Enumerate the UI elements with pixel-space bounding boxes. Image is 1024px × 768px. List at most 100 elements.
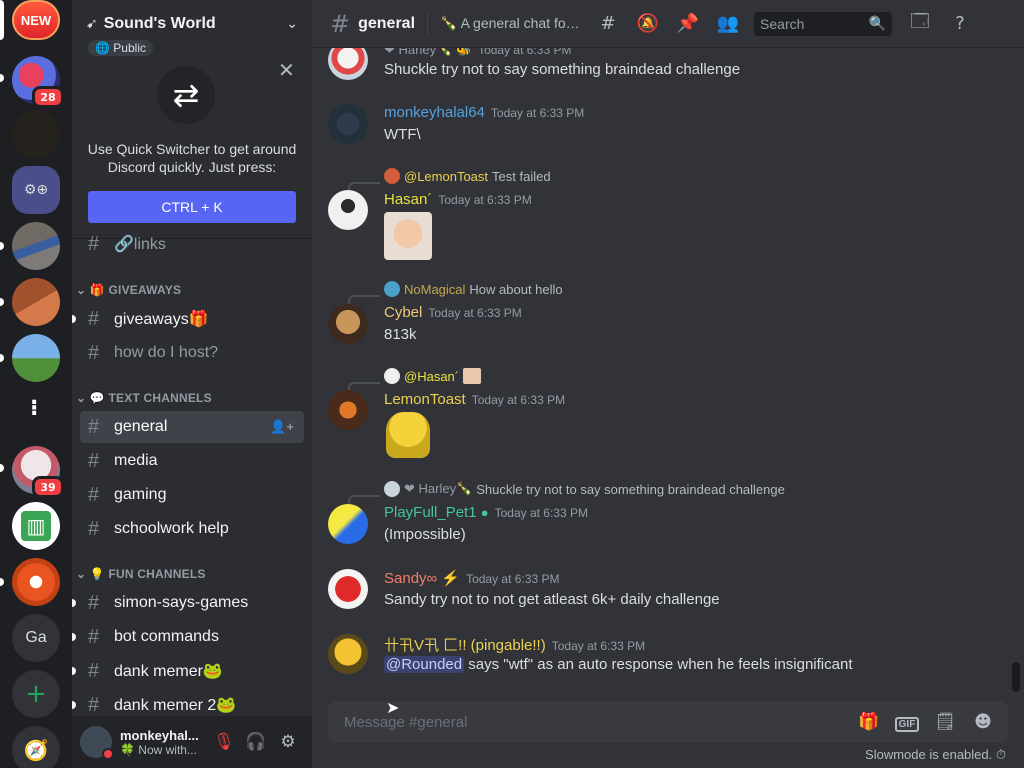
channel-topic[interactable]: 🍾 A general chat for peo... bbox=[440, 15, 580, 32]
search-input[interactable]: Search 🔍 bbox=[754, 11, 893, 36]
message-author[interactable]: 卄卂V卂 匚!! (pingable!!) Today at 6:33 PM bbox=[384, 634, 645, 655]
category-giveaways[interactable]: ⌄ 🎁 GIVEAWAYS bbox=[76, 283, 181, 297]
public-badge: 🌐 Public bbox=[88, 40, 153, 56]
divider bbox=[427, 11, 429, 36]
server-avatar-8[interactable] bbox=[12, 558, 60, 606]
hash-icon: # bbox=[88, 232, 100, 255]
message-input[interactable]: Message #general bbox=[344, 714, 856, 731]
pin-icon[interactable]: 📌 bbox=[676, 13, 700, 34]
avatar[interactable] bbox=[80, 726, 114, 760]
members-icon[interactable]: 👥 bbox=[716, 13, 740, 34]
channel-label: general bbox=[114, 418, 168, 435]
reply-reference[interactable]: NoMagical How about hello bbox=[384, 281, 563, 297]
scrollbar[interactable] bbox=[1012, 662, 1020, 692]
message-author[interactable]: PlayFull_Pet1 ● Today at 6:33 PM bbox=[384, 504, 588, 521]
avatar[interactable] bbox=[328, 304, 368, 344]
avatar[interactable] bbox=[328, 504, 368, 544]
server-avatar-6[interactable]: 39 bbox=[12, 446, 64, 498]
reply-reference[interactable]: ❤ Harley🍾 Shuckle try not to say somethin… bbox=[384, 481, 785, 497]
sticker-icon[interactable]: 🗒 bbox=[932, 712, 958, 732]
sticker-image[interactable] bbox=[386, 412, 430, 458]
server-avatar-2[interactable] bbox=[12, 110, 60, 158]
quick-switcher-button[interactable]: CTRL + K bbox=[88, 191, 296, 223]
avatar[interactable] bbox=[328, 634, 368, 674]
server-unread-indicator bbox=[0, 464, 4, 472]
server-initials[interactable]: Ga bbox=[12, 614, 60, 662]
mute-mic-icon[interactable]: 🎙 bbox=[208, 726, 240, 758]
gear-icon[interactable]: ⚙ bbox=[272, 726, 304, 758]
reply-author: NoMagical bbox=[404, 281, 466, 297]
gif-button[interactable]: GIF bbox=[894, 712, 920, 732]
close-icon[interactable]: ✕ bbox=[278, 58, 295, 82]
add-server-button[interactable]: + bbox=[12, 670, 60, 718]
hash-icon: # bbox=[88, 415, 100, 438]
server-avatar-4[interactable] bbox=[12, 278, 60, 326]
help-icon[interactable]: ? bbox=[948, 13, 972, 34]
user-info[interactable]: monkeyhal... 🍀 Now with... bbox=[120, 728, 208, 757]
message-top-partial: ❤ Harley🍾 🐝 Today at 6:33 PM bbox=[384, 48, 571, 58]
notification-bell-muted-icon[interactable]: 🔕 bbox=[636, 13, 660, 34]
server-new-icon[interactable]: NEW bbox=[12, 0, 60, 40]
message-author[interactable]: LemonToast Today at 6:33 PM bbox=[384, 391, 565, 408]
channel-general[interactable]: # general 👤+ bbox=[80, 411, 304, 443]
hash-icon: # bbox=[88, 693, 100, 716]
server-avatar-3[interactable] bbox=[12, 222, 60, 270]
avatar[interactable] bbox=[328, 48, 368, 80]
category-fun-channels[interactable]: ⌄ 💡 FUN CHANNELS bbox=[76, 567, 206, 581]
channel-dank-memer[interactable]: # dank memer🐸 bbox=[80, 655, 304, 687]
channel-links[interactable]: # 🔗links bbox=[80, 228, 304, 260]
channel-media[interactable]: # media bbox=[80, 445, 304, 477]
avatar[interactable] bbox=[328, 569, 368, 609]
server-folder[interactable]: ⚙⊕ bbox=[12, 166, 60, 214]
channel-how-do-i-host[interactable]: # how do I host? bbox=[80, 337, 304, 369]
server-unread-indicator bbox=[0, 74, 4, 82]
message-author[interactable]: monkeyhalal64 Today at 6:33 PM bbox=[384, 104, 584, 121]
plus-icon: + bbox=[25, 679, 47, 709]
gift-icon: 🎁 bbox=[89, 283, 105, 297]
message-image[interactable] bbox=[384, 212, 432, 260]
server-avatar-5[interactable] bbox=[12, 334, 60, 382]
headphones-icon[interactable]: 🎧 bbox=[240, 726, 272, 758]
channel-label: dank memer🐸 bbox=[114, 663, 223, 680]
channel-simon-says-games[interactable]: # simon-says-games bbox=[80, 587, 304, 619]
threads-icon[interactable]: # bbox=[596, 13, 620, 34]
author-name: ❤ Harley🍾 🐝 bbox=[384, 48, 473, 57]
user-mention[interactable]: @Rounded bbox=[384, 656, 465, 673]
gift-icon[interactable]: 🎁 bbox=[856, 712, 882, 732]
quick-switcher-icon: ⇄ bbox=[157, 66, 215, 124]
timestamp: Today at 6:33 PM bbox=[466, 572, 560, 586]
message-content: 813k bbox=[384, 326, 417, 343]
category-label: FUN CHANNELS bbox=[108, 567, 206, 581]
server-unread-indicator bbox=[0, 578, 4, 586]
channel-label: giveaways🎁 bbox=[114, 311, 209, 328]
emoji-icon[interactable]: ☻ bbox=[970, 712, 996, 732]
channel-giveaways[interactable]: # giveaways🎁 bbox=[80, 303, 304, 335]
message-author[interactable]: Hasan´ Today at 6:33 PM bbox=[384, 191, 532, 208]
avatar[interactable] bbox=[328, 390, 368, 430]
avatar[interactable] bbox=[328, 190, 368, 230]
channel-gaming[interactable]: # gaming bbox=[80, 479, 304, 511]
reply-reference[interactable]: @LemonToast Test failed bbox=[384, 168, 551, 184]
message-author[interactable]: Cybel Today at 6:33 PM bbox=[384, 304, 522, 321]
author-name: Hasan´ bbox=[384, 191, 433, 208]
explore-servers-button[interactable]: 🧭 bbox=[12, 726, 60, 768]
category-text-channels[interactable]: ⌄ 💬 TEXT CHANNELS bbox=[76, 391, 212, 405]
category-label: TEXT CHANNELS bbox=[108, 391, 212, 405]
inbox-icon[interactable]: 🗔 bbox=[908, 9, 932, 39]
channel-schoolwork-help[interactable]: # schoolwork help bbox=[80, 513, 304, 545]
reply-reference[interactable]: @Hasan´ bbox=[384, 368, 482, 384]
server-unread-indicator bbox=[0, 354, 4, 362]
message-content: (Impossible) bbox=[384, 526, 466, 543]
avatar[interactable] bbox=[328, 104, 368, 144]
server-avatar-7[interactable]: ▥ bbox=[12, 502, 60, 550]
add-member-icon[interactable]: 👤+ bbox=[270, 419, 294, 435]
message-author[interactable]: Sandy∞ ⚡ Today at 6:33 PM bbox=[384, 569, 559, 587]
manjaro-logo-icon: ▥ bbox=[21, 511, 51, 541]
reply-author: @Hasan´ bbox=[404, 368, 460, 384]
message-composer[interactable]: Message #general 🎁 GIF 🗒 ☻ bbox=[328, 701, 1008, 743]
more-servers-icon[interactable]: ⁝ bbox=[30, 398, 38, 420]
channel-bot-commands[interactable]: # bot commands bbox=[80, 621, 304, 653]
mention-badge: 39 bbox=[32, 476, 64, 498]
slowmode-notice: Slowmode is enabled. ⏱ bbox=[865, 747, 1006, 762]
server-avatar-1[interactable]: 28 bbox=[12, 56, 64, 108]
